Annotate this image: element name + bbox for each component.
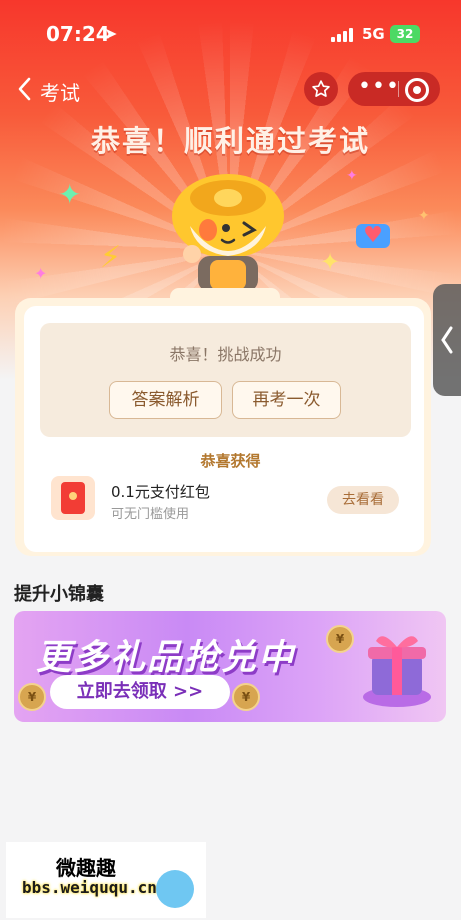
lightning-icon: ⚡ [100,240,122,275]
reward-section-label: 恭喜获得 [200,452,261,470]
claim-now-button[interactable]: 立即去领取 >> [50,675,230,709]
gift-box-icon [362,621,432,709]
sparkle-icon: ✦ [34,264,48,283]
heart-icon: ♥ [356,224,390,248]
status-time: 07:24 [46,22,110,46]
reward-description: 可无门槛使用 [111,507,190,522]
coin-icon: ¥ [18,683,46,711]
sparkle-icon: ✦ [418,208,430,224]
target-icon[interactable] [405,78,429,102]
sparkle-icon: ✦ [346,168,358,184]
retake-exam-button[interactable]: 再考一次 [232,381,341,419]
star-icon[interactable] [304,72,338,106]
challenge-result: 恭喜！挑战成功 答案解析 再考一次 [40,323,411,437]
page-heading: 恭喜！顺利通过考试 [90,124,370,158]
card-tab [170,288,280,306]
battery-icon: 32 [390,25,420,43]
sparkle-icon: ✦ [58,178,82,211]
nav-bar: 考试 ••• [0,70,461,110]
site-watermark: 微趣趣 bbs.weiququ.cn [6,842,206,918]
coin-icon: ¥ [326,625,354,653]
chevron-left-icon [440,326,454,362]
coin-icon: ¥ [232,683,260,711]
status-bar: 07:24 ➤ 5G 32 [0,22,461,50]
mini-program-capsule: ••• [348,72,440,106]
location-arrow-icon: ➤ [104,24,118,43]
watermark-url: bbs.weiququ.cn [22,878,157,897]
network-type: 5G [362,25,385,43]
banner-title: 更多礼品抢兑中 [36,638,296,678]
sparkle-icon: ✦ [320,248,341,276]
red-envelope-icon [51,476,95,520]
promo-banner[interactable]: ¥ ¥ ¥ 更多礼品抢兑中 立即去领取 >> [14,611,446,722]
reward-name: 0.1元支付红包 [111,483,210,501]
mascot-logo-icon [156,870,194,908]
answer-analysis-button[interactable]: 答案解析 [109,381,222,419]
more-icon[interactable]: ••• [358,72,399,106]
tips-section-title: 提升小锦囊 [14,584,104,605]
signal-icon [331,28,355,42]
result-title: 恭喜！挑战成功 [169,345,282,364]
side-drawer-handle[interactable] [433,284,461,396]
capsule-divider [398,81,399,97]
watermark-title: 微趣趣 [56,856,116,880]
mascot-illustration [168,168,288,298]
view-reward-button[interactable]: 去看看 [327,486,399,514]
chevron-left-icon[interactable] [16,76,42,102]
nav-title[interactable]: 考试 [40,77,80,106]
